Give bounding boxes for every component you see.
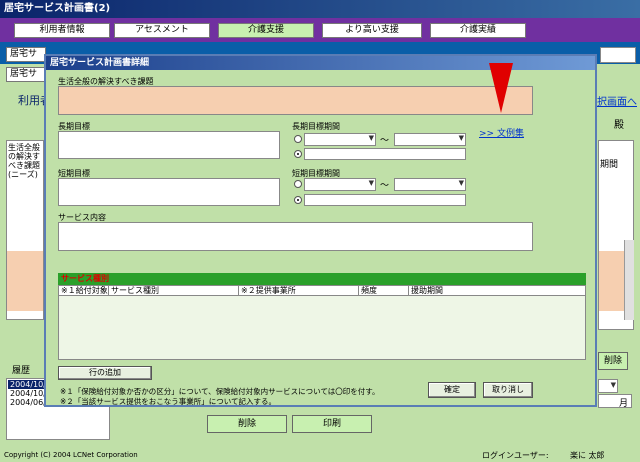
example-link[interactable]: >> 文例集 xyxy=(479,126,524,139)
tab-care-support[interactable]: 介護支援 xyxy=(218,23,314,38)
long-goal-field[interactable] xyxy=(58,131,280,159)
print-button[interactable]: 印刷 xyxy=(292,415,372,433)
long-period-start[interactable] xyxy=(304,133,376,146)
confirm-button[interactable]: 確定 xyxy=(428,382,476,398)
window-title: 居宅サービス計画書(2) xyxy=(0,0,640,18)
long-period-label: 長期目標期間 xyxy=(292,122,340,131)
short-period-end[interactable] xyxy=(394,178,466,191)
short-period-tilde: 〜 xyxy=(380,181,390,191)
period-label: 期間 xyxy=(600,160,619,170)
needs-label: 生活全般の解決すべき課題(ニーズ) xyxy=(8,143,40,179)
short-period-radio-text[interactable] xyxy=(294,196,302,204)
copyright: Copyright (C) 2004 LCNet Corporation xyxy=(4,451,138,459)
red-arrow-icon xyxy=(489,63,513,113)
issue-field[interactable] xyxy=(58,86,533,115)
col-service-type: サービス種別 xyxy=(109,286,239,296)
honorific-label: 殿 xyxy=(614,120,624,131)
tab-care-results[interactable]: 介護実績 xyxy=(430,23,526,38)
long-period-radio-text[interactable] xyxy=(294,150,302,158)
scrollbar[interactable] xyxy=(624,240,634,320)
col-provider: ※２提供事業所 xyxy=(239,286,359,296)
tab-higher-support[interactable]: より高い支援 xyxy=(322,23,422,38)
delete-button[interactable]: 削除 xyxy=(207,415,287,433)
short-period-text[interactable] xyxy=(304,194,466,206)
long-period-text[interactable] xyxy=(304,148,466,160)
service-type-header: サービス種別 xyxy=(58,273,586,285)
col-benefit-target: ※１給付対象 xyxy=(61,286,109,296)
long-period-tilde: 〜 xyxy=(380,136,390,146)
service-table-header: ※１給付対象 サービス種別 ※２提供事業所 頻度 援助期間 xyxy=(58,285,586,296)
history-label: 履歴 xyxy=(12,366,31,376)
sub-tab-plan-1[interactable]: 居宅サ xyxy=(6,47,46,62)
note-2: ※２「当該サービス提供をおこなう事業所」について記入する。 xyxy=(60,397,277,406)
month-label: 月 xyxy=(618,399,628,409)
plan-detail-dialog: 居宅サービス計画書詳細 生活全般の解決すべき課題 長期目標 長期目標期間 〜 >… xyxy=(44,54,597,407)
col-frequency: 頻度 xyxy=(359,286,409,296)
main-tab-bar: 利用者情報 アセスメント 介護支援 より高い支援 介護実績 xyxy=(0,18,640,42)
delete-right-button[interactable]: 削除 xyxy=(598,352,628,370)
long-period-radio-range[interactable] xyxy=(294,135,302,143)
needs-column: 生活全般の解決すべき課題(ニーズ) xyxy=(6,140,44,320)
login-user: 楽に 太郎 xyxy=(570,451,605,460)
short-goal-field[interactable] xyxy=(58,178,280,206)
short-period-radio-range[interactable] xyxy=(294,180,302,188)
needs-cell xyxy=(7,251,43,311)
service-table-body[interactable] xyxy=(58,296,586,360)
add-row-button[interactable]: 行の追加 xyxy=(58,366,152,380)
month-field[interactable]: 月 xyxy=(598,394,632,409)
tab-assessment[interactable]: アセスメント xyxy=(114,23,210,38)
cancel-button[interactable]: 取り消し xyxy=(483,382,533,398)
service-content-field[interactable] xyxy=(58,222,533,251)
select-screen-link[interactable]: 択画面へ xyxy=(597,93,637,108)
tab-user-info[interactable]: 利用者情報 xyxy=(14,23,110,38)
sub-tab-right[interactable] xyxy=(600,47,636,63)
short-period-start[interactable] xyxy=(304,178,376,191)
col-support-period: 援助期間 xyxy=(411,286,443,295)
long-period-end[interactable] xyxy=(394,133,466,146)
sub-tab-plan-2[interactable]: 居宅サ xyxy=(6,67,46,82)
right-select[interactable] xyxy=(598,379,618,393)
login-label: ログインユーザー: xyxy=(482,451,549,460)
